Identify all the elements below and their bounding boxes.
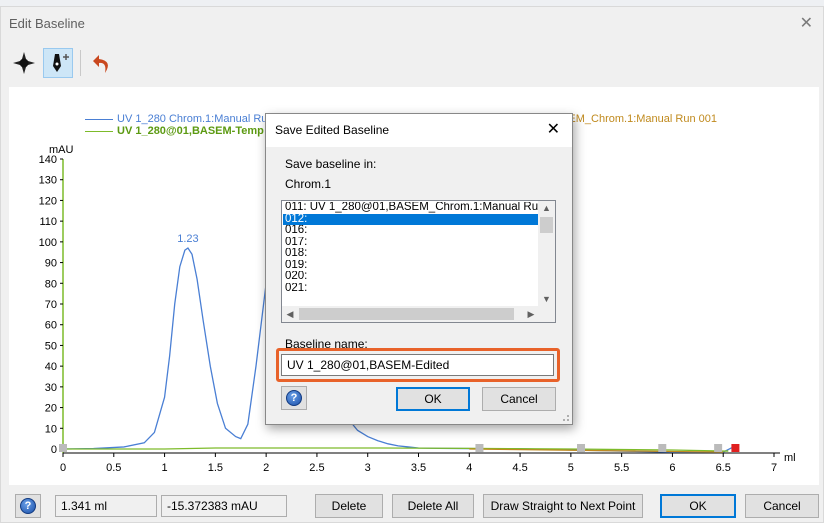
baseline-point [658, 444, 667, 452]
x-tick-label: 7 [771, 462, 777, 474]
y-tick-label: 70 [45, 299, 57, 311]
scroll-thumb[interactable] [299, 308, 514, 320]
x-tick-label: 0.5 [106, 462, 121, 474]
baseline-point [475, 444, 484, 452]
baseline-list: 011: UV 1_280@01,BASEM_Chrom.1:Manual Ru… [283, 202, 539, 294]
x-tick-label: 4.5 [512, 462, 527, 474]
dialog-close-icon[interactable]: ✕ [547, 119, 560, 138]
delete-button[interactable]: Delete [315, 494, 383, 518]
scrollbar-corner [538, 306, 555, 322]
scroll-left-icon[interactable]: ◀ [282, 306, 298, 322]
x-tick-label: 5 [568, 462, 574, 474]
x-tick-label: 1 [162, 462, 168, 474]
horizontal-scrollbar[interactable]: ◀ ▶ [282, 306, 539, 322]
scroll-right-icon[interactable]: ▶ [523, 306, 539, 322]
help-button[interactable]: ? [15, 494, 41, 518]
legend-label: UV 1_280@01,BASEM-Temp [117, 125, 264, 137]
crosshair-zoom-icon[interactable] [9, 48, 39, 78]
x-tick-label: 3.5 [411, 462, 426, 474]
draw-straight-button[interactable]: Draw Straight to Next Point [483, 494, 643, 518]
scroll-down-icon[interactable]: ▼ [538, 292, 555, 307]
baseline-point [577, 444, 586, 452]
baseline-name-input[interactable]: UV 1_280@01,BASEM-Edited [281, 354, 554, 376]
dialog-help-button[interactable]: ? [281, 386, 307, 410]
ok-button[interactable]: OK [660, 494, 736, 518]
baseline-list-item[interactable]: 018: [283, 248, 539, 260]
cancel-button[interactable]: Cancel [745, 494, 819, 518]
y-tick-label: 30 [45, 382, 57, 394]
y-axis-label: mAU [49, 144, 74, 156]
baseline-point [731, 444, 740, 452]
baseline-list-item[interactable]: 016: [283, 225, 539, 237]
vertical-scrollbar[interactable]: ▲ ▼ [538, 201, 555, 307]
x-tick-label: 1.5 [208, 462, 223, 474]
baseline-listbox[interactable]: 011: UV 1_280@01,BASEM_Chrom.1:Manual Ru… [281, 200, 556, 323]
save-edited-baseline-dialog: Save Edited Baseline ✕ Save baseline in:… [265, 113, 573, 425]
position-ml-field: 1.341 ml [55, 495, 157, 517]
toolbar [9, 45, 118, 81]
save-in-value: Chrom.1 [285, 177, 332, 191]
y-tick-label: 110 [39, 216, 57, 228]
y-tick-label: 20 [45, 403, 57, 415]
y-tick-label: 10 [45, 423, 57, 435]
resize-grip-icon[interactable] [560, 412, 570, 422]
y-tick-label: 130 [39, 175, 57, 187]
toolbar-separator [80, 50, 81, 76]
baseline-point [59, 444, 67, 452]
baseline-list-item[interactable]: 020: [283, 271, 539, 283]
x-tick-label: 5.5 [614, 462, 629, 474]
x-tick-label: 4 [466, 462, 472, 474]
legend-entry-basem-temp: UV 1_280@01,BASEM-Temp [85, 125, 264, 137]
peak-label: 1.23 [177, 233, 198, 245]
window-close-icon[interactable]: ✕ [800, 13, 813, 32]
scroll-up-icon[interactable]: ▲ [538, 201, 555, 216]
undo-icon[interactable] [88, 48, 118, 78]
help-icon: ? [20, 498, 36, 514]
delete-all-button[interactable]: Delete All [392, 494, 474, 518]
baseline-list-item[interactable]: 012: [283, 213, 539, 225]
y-tick-label: 100 [39, 237, 57, 249]
x-tick-label: 6 [669, 462, 675, 474]
y-tick-label: 90 [45, 258, 57, 270]
save-in-label: Save baseline in: [285, 157, 377, 171]
dialog-title-bar: Save Edited Baseline ✕ [266, 114, 572, 147]
x-tick-label: 2 [263, 462, 269, 474]
baseline-list-item[interactable]: 019: [283, 260, 539, 272]
y-tick-label: 80 [45, 278, 57, 290]
x-tick-label: 6.5 [716, 462, 731, 474]
y-tick-label: 0 [51, 444, 57, 456]
window-title: Edit Baseline [9, 16, 85, 31]
x-axis-label: ml [784, 452, 796, 464]
dialog-ok-button[interactable]: OK [396, 387, 470, 411]
x-tick-label: 3 [365, 462, 371, 474]
y-tick-label: 120 [39, 195, 57, 207]
dialog-cancel-button[interactable]: Cancel [482, 387, 556, 411]
x-tick-label: 0 [60, 462, 66, 474]
series-line [62, 241, 272, 450]
legend-entry-uv-chrom: UV 1_280 Chrom.1:Manual Run 001 [85, 113, 295, 125]
dialog-title: Save Edited Baseline [275, 123, 390, 137]
position-mau-field: -15.372383 mAU [161, 495, 287, 517]
baseline-point [714, 444, 723, 452]
bottom-bar: ? 1.341 ml -15.372383 mAU Delete Delete … [9, 494, 819, 523]
baseline-list-item[interactable]: 017: [283, 237, 539, 249]
baseline-list-item[interactable]: 011: UV 1_280@01,BASEM_Chrom.1:Manual Ru… [283, 202, 539, 214]
scroll-thumb[interactable] [540, 217, 553, 233]
y-tick-label: 40 [45, 361, 57, 373]
baseline-list-item[interactable]: 021: [283, 283, 539, 295]
x-tick-label: 2.5 [309, 462, 324, 474]
y-tick-label: 60 [45, 320, 57, 332]
help-icon: ? [286, 390, 302, 406]
y-tick-label: 50 [45, 340, 57, 352]
pen-add-point-icon[interactable] [43, 48, 73, 78]
